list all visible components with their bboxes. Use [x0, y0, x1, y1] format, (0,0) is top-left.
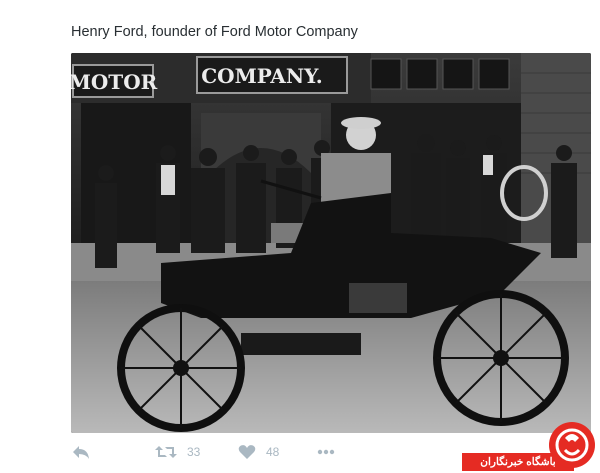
heart-icon	[238, 445, 256, 459]
reply-button[interactable]	[71, 440, 91, 464]
tweet-text: Henry Ford, founder of Ford Motor Compan…	[71, 24, 358, 40]
photo-illustration: MOTOR COMPANY.	[71, 53, 591, 433]
more-button[interactable]	[317, 440, 335, 464]
sign-company: COMPANY.	[201, 64, 323, 88]
sign-motor: MOTOR	[71, 70, 158, 94]
more-icon	[317, 449, 335, 455]
retweet-button[interactable]: 33	[155, 440, 200, 464]
retweet-icon	[155, 446, 177, 458]
watermark-logo-icon	[549, 422, 595, 468]
reply-icon	[73, 446, 89, 459]
watermark: باشگاه خبرنگاران	[462, 418, 600, 473]
like-button[interactable]: 48	[238, 440, 279, 464]
tweet-photo[interactable]: MOTOR COMPANY.	[71, 53, 591, 433]
like-count: 48	[266, 445, 280, 459]
retweet-count: 33	[187, 445, 201, 459]
